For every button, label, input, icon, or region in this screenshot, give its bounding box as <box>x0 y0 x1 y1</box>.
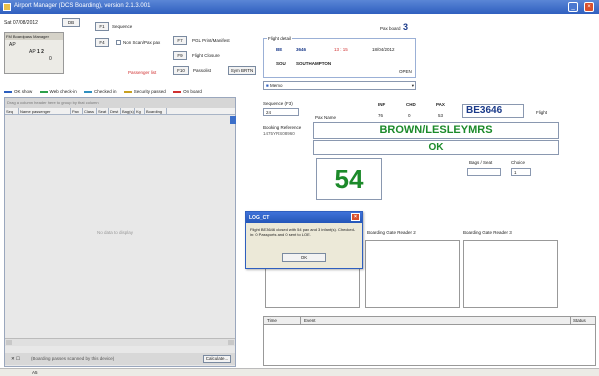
log-col-time[interactable]: Time <box>267 318 277 323</box>
manager-row: AP 1 2 <box>29 49 44 55</box>
grid-header-row: Seq Name passenger Pax Class Seat Dest B… <box>5 108 235 115</box>
flight-code-box: BE3646 <box>462 104 524 118</box>
f10-label: Passolist <box>193 68 212 73</box>
event-log: Time Event Status <box>263 316 596 366</box>
boarding-status-display: OK <box>313 140 559 155</box>
statusbar-text: A5 <box>32 370 38 375</box>
col-seq[interactable]: Seq <box>5 108 19 114</box>
passenger-name-display: BROWN/LESLEYMRS <box>313 122 559 139</box>
flight-status: OPEN <box>399 69 412 74</box>
statusbar: A5 <box>0 368 599 376</box>
memo-select[interactable]: ■ Memo ▾ <box>263 81 416 90</box>
grid-scroll-handle[interactable] <box>230 116 236 124</box>
passenger-grid: Drag a column header here to group by th… <box>4 97 236 367</box>
app-icon <box>3 3 11 11</box>
manager-title: FM Boardpass Manager <box>5 33 63 40</box>
f9-label: Flight Closure <box>192 53 220 58</box>
col-seat[interactable]: Seat <box>97 108 109 114</box>
grid-footer: ✕ ☐ (Boarding passes scanned by this dev… <box>5 353 235 365</box>
date-button[interactable]: DB <box>62 18 80 27</box>
dialog-ok-button[interactable]: OK <box>282 253 326 262</box>
horizontal-scrollbar[interactable] <box>5 338 235 346</box>
bags-input[interactable] <box>467 168 501 176</box>
window-title: Airport Manager (DCS Boarding), version … <box>14 3 151 9</box>
flight-detail-panel: Flight detail BE 3646 13 : 15 18/04/2012… <box>263 36 416 78</box>
dest-name: SOUTHAMPTON <box>296 61 332 66</box>
sequence-input[interactable]: 24 <box>263 108 299 116</box>
reader-3-box <box>463 240 558 308</box>
airline-code: BE <box>276 47 283 52</box>
legend-item: Web check-in <box>39 89 77 94</box>
passenger-list-label: Passenger list <box>128 70 157 75</box>
dialog-titlebar: LOG_CT × <box>246 212 362 223</box>
nonscan-checkbox[interactable] <box>116 40 121 46</box>
pax-value: 53 <box>438 113 444 118</box>
booking-ref-label: Booking Reference <box>263 125 302 130</box>
dialog-title: LOG_CT <box>249 215 270 221</box>
pax-name-label: Pax Name <box>315 115 337 120</box>
col-class[interactable]: Class <box>83 108 97 114</box>
f1-button[interactable]: F1 <box>95 22 109 31</box>
flight-date: 18/04/2012 <box>372 47 395 52</box>
group-by-header: Drag a column header here to group by th… <box>5 98 235 108</box>
reader-3-label: Boarding Gate Reader 3 <box>463 230 512 235</box>
bags-label: Bags / Seat <box>469 160 493 165</box>
col-dest[interactable]: Dest <box>109 108 121 114</box>
manager-row: AP <box>9 42 16 48</box>
col-boarding[interactable]: Boarding <box>145 108 167 114</box>
log-dialog: LOG_CT × Flight BE3646 closed with 54 pa… <box>245 211 363 269</box>
col-name[interactable]: Name passenger <box>19 108 71 114</box>
pax-count-label: Pax board <box>380 26 401 31</box>
sequence-label: Sequence (F3) <box>263 101 293 106</box>
flight-label: Flight <box>536 110 548 115</box>
reader-2-box <box>365 240 460 308</box>
choice-input[interactable]: 1 <box>511 168 531 176</box>
legend-item: OK show <box>4 89 32 94</box>
f9-button[interactable]: F9 <box>173 51 187 60</box>
f1-label: Sequence <box>112 24 133 29</box>
sequence-number-display: 54 <box>316 158 382 200</box>
col-kg[interactable]: Kg <box>135 108 145 114</box>
window-titlebar: Airport Manager (DCS Boarding), version … <box>0 0 599 14</box>
minimize-button[interactable]: _ <box>568 2 578 12</box>
legend-item: Security passed <box>123 89 166 94</box>
chd-value: 0 <box>408 113 411 118</box>
pax-count-value: 3 <box>403 22 409 32</box>
log-col-event[interactable]: Event <box>304 318 316 323</box>
manager-row: 0 <box>49 56 52 62</box>
inf-label: INF <box>378 102 386 107</box>
reader-2-label: Boarding Gate Reader 2 <box>367 230 416 235</box>
flight-number: 3646 <box>296 47 307 52</box>
booking-ref-value: 1475YRS08960 <box>263 131 295 136</box>
dialog-message: Flight BE3646 closed with 54 pax and 3 i… <box>250 227 356 237</box>
sym-button[interactable]: Sym BRTN <box>228 66 256 75</box>
empty-grid-text: No data to display <box>97 230 134 235</box>
calculate-button[interactable]: Calculate... <box>203 355 231 363</box>
boardpass-manager-panel: FM Boardpass Manager AP AP 1 2 0 <box>4 32 64 74</box>
f7-label: PGL Print/Manifest <box>192 38 230 43</box>
legend-item: Checked in <box>83 89 117 94</box>
choice-label: Choice <box>511 160 526 165</box>
inf-value: 76 <box>378 113 384 118</box>
legend-item: On board <box>173 89 202 94</box>
dest-code: SOU <box>276 61 286 66</box>
log-col-status[interactable]: Status <box>573 318 586 323</box>
pax-label: PAX <box>436 102 445 107</box>
date-label: Sat 07/08/2012 <box>4 20 38 26</box>
legend: OK show Web check-in Checked in Security… <box>4 89 202 94</box>
f4-button[interactable]: F4 <box>95 38 109 47</box>
f10-button[interactable]: F10 <box>173 66 189 75</box>
nonscan-checkbox-row[interactable]: Non Scan/Pax pax <box>116 40 160 46</box>
flight-detail-header: Flight detail <box>267 36 293 41</box>
col-pax[interactable]: Pax <box>71 108 83 114</box>
col-bags[interactable]: Bag(s) <box>121 108 135 114</box>
f7-button[interactable]: F7 <box>173 36 187 45</box>
dialog-close-button[interactable]: × <box>351 213 360 221</box>
flight-time: 13 : 15 <box>334 47 348 52</box>
filter-icon[interactable]: ✕ ☐ <box>11 356 20 362</box>
close-window-button[interactable]: × <box>584 2 594 12</box>
chd-label: CHD <box>406 102 416 107</box>
footer-text: (Boarding passes scanned by this device) <box>31 356 115 361</box>
chevron-down-icon: ▾ <box>411 83 414 88</box>
